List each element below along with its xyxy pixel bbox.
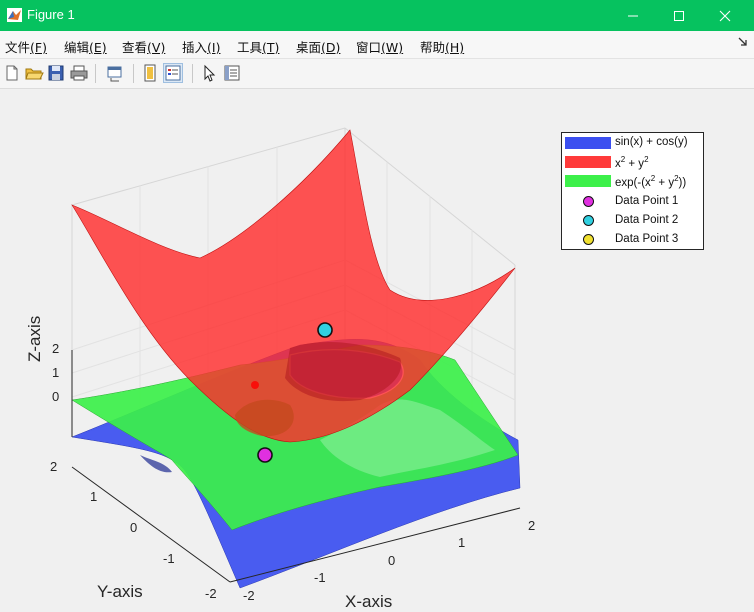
z-tick-label: 0 bbox=[52, 389, 59, 404]
legend-entry-point-2: Data Point 2 bbox=[562, 212, 703, 230]
legend-marker bbox=[583, 215, 594, 226]
y-axis-label: Y-axis bbox=[97, 582, 143, 601]
x-tick-label: 1 bbox=[458, 535, 465, 550]
y-tick-label: 0 bbox=[130, 520, 137, 535]
y-tick-label: 2 bbox=[50, 459, 57, 474]
z-tick-label: 2 bbox=[52, 341, 59, 356]
x-axis-label: X-axis bbox=[345, 592, 392, 611]
z-tick-label: 1 bbox=[52, 365, 59, 380]
legend-entry-paraboloid: x2 + y2 bbox=[562, 153, 703, 171]
surface-plot[interactable]: 2 1 0 -1 -2 -2 -1 0 1 2 2 1 0 X-axis Y-a… bbox=[0, 0, 754, 612]
legend-label: Data Point 2 bbox=[615, 214, 679, 226]
legend-swatch bbox=[565, 175, 611, 187]
z-ticks: 2 1 0 bbox=[52, 341, 59, 404]
x-tick-label: -2 bbox=[243, 588, 255, 603]
legend-entry-point-3: Data Point 3 bbox=[562, 231, 703, 249]
legend-entry-exp: exp(-(x2 + y2)) bbox=[562, 172, 703, 190]
data-point-2[interactable] bbox=[317, 322, 333, 338]
x-tick-label: 2 bbox=[528, 518, 535, 533]
legend-label: Data Point 1 bbox=[615, 195, 679, 207]
legend-marker bbox=[583, 196, 594, 207]
legend-swatch bbox=[565, 156, 611, 168]
data-point-1[interactable] bbox=[257, 447, 273, 463]
x-tick-label: 0 bbox=[388, 553, 395, 568]
x-tick-label: -1 bbox=[314, 570, 326, 585]
y-tick-label: -2 bbox=[205, 586, 217, 601]
y-tick-label: 1 bbox=[90, 489, 97, 504]
legend-entry-sin-cos: sin(x) + cos(y) bbox=[562, 134, 703, 152]
legend-label: exp(-(x2 + y2)) bbox=[615, 174, 687, 189]
legend-label: Data Point 3 bbox=[615, 233, 679, 245]
z-axis-label: Z-axis bbox=[25, 316, 44, 362]
legend[interactable]: sin(x) + cos(y) x2 + y2 exp(-(x2 + y2)) … bbox=[561, 132, 704, 250]
legend-marker bbox=[583, 234, 594, 245]
legend-label: sin(x) + cos(y) bbox=[615, 136, 688, 148]
legend-swatch bbox=[565, 137, 611, 149]
y-tick-label: -1 bbox=[163, 551, 175, 566]
legend-entry-point-1: Data Point 1 bbox=[562, 193, 703, 211]
figure-canvas[interactable]: 2 1 0 -1 -2 -2 -1 0 1 2 2 1 0 X-axis Y-a… bbox=[0, 89, 754, 612]
legend-label: x2 + y2 bbox=[615, 155, 649, 170]
